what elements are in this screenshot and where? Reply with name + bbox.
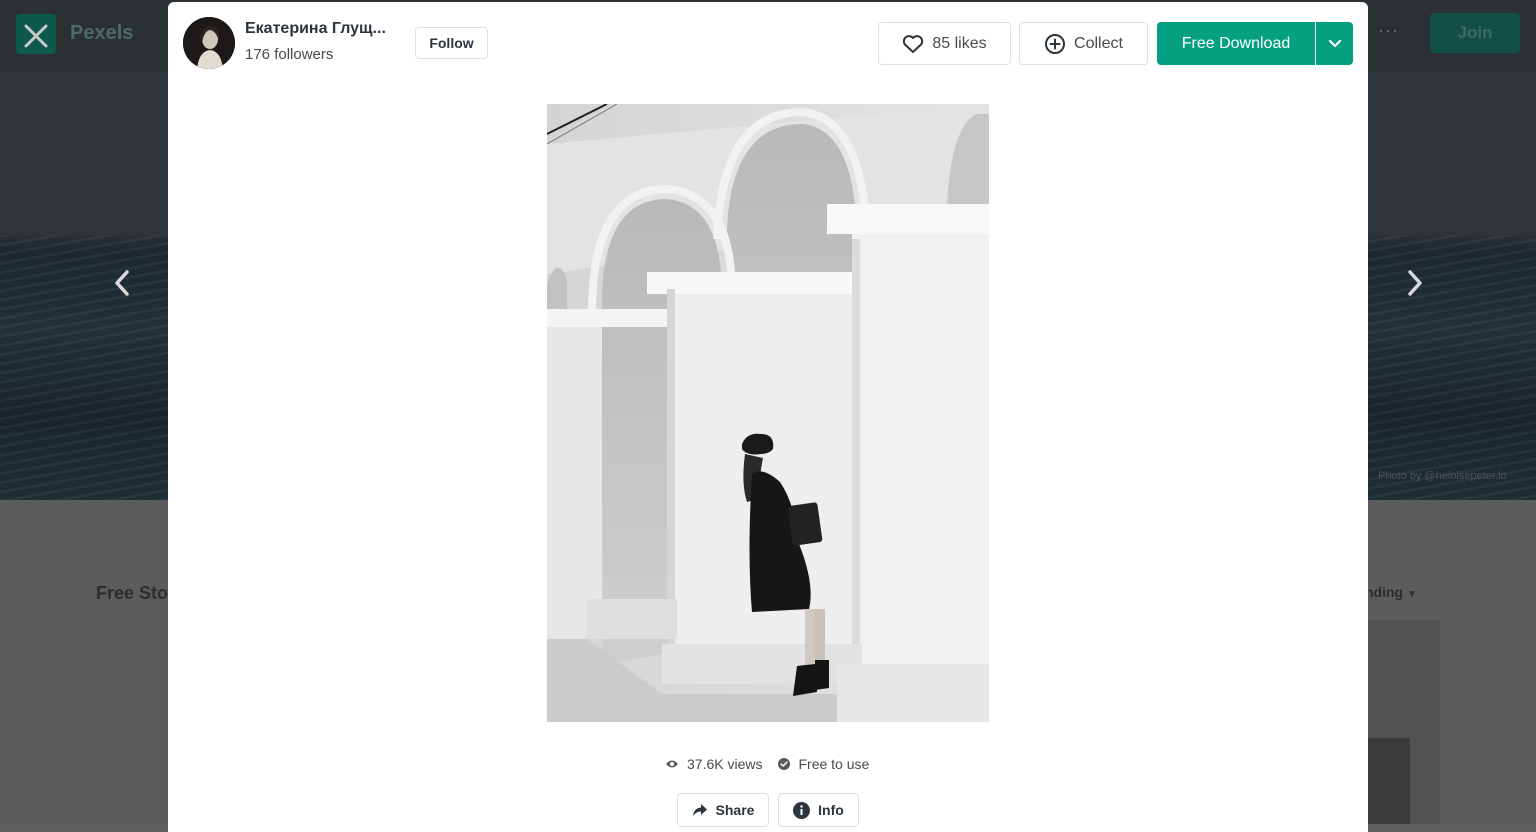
- chevron-right-icon: [1408, 270, 1422, 296]
- share-button[interactable]: Share: [677, 793, 769, 827]
- pexels-logo-text: Pexels: [70, 22, 134, 44]
- info-label: Info: [818, 802, 844, 818]
- photo-modal: Екатерина Глущ... 176 followers Follow 8…: [168, 2, 1368, 832]
- author-name[interactable]: Екатерина Глущ...: [245, 20, 395, 38]
- eye-icon: [666, 760, 678, 768]
- plus-circle-icon: [1045, 33, 1066, 54]
- more-menu-icon: ···: [1378, 20, 1399, 40]
- license-label: Free to use: [798, 756, 870, 772]
- views-count: 37.6K views: [687, 756, 763, 772]
- photo-stats: 37.6K views Free to use: [665, 756, 869, 772]
- background-photo-card-shadow: [1368, 738, 1410, 824]
- section-title: Free Sto: [96, 583, 169, 603]
- avatar-portrait-icon: [183, 17, 235, 69]
- next-photo-button[interactable]: [1399, 268, 1429, 298]
- like-button[interactable]: 85 likes: [878, 22, 1011, 65]
- author-followers-count: 176 followers: [245, 46, 334, 63]
- info-button[interactable]: Info: [778, 793, 859, 827]
- likes-count: 85 likes: [932, 34, 987, 52]
- download-options-button[interactable]: [1316, 22, 1353, 65]
- license-stat[interactable]: Free to use: [778, 756, 869, 772]
- info-icon: [793, 801, 811, 819]
- sort-dropdown: nding ▼: [1365, 584, 1417, 600]
- share-arrow-icon: [692, 804, 707, 816]
- caret-down-icon: ▼: [1407, 589, 1417, 600]
- close-modal-button[interactable]: [18, 18, 54, 54]
- sort-label: nding: [1365, 584, 1404, 600]
- hero-photo-credit: Photo by @heloisepeter.lo: [1378, 470, 1507, 482]
- main-photo[interactable]: [547, 104, 989, 722]
- author-avatar[interactable]: [183, 17, 235, 69]
- free-download-button[interactable]: Free Download: [1157, 22, 1315, 65]
- previous-photo-button[interactable]: [108, 268, 138, 298]
- chevron-left-icon: [115, 270, 129, 296]
- collect-label: Collect: [1074, 34, 1123, 52]
- follow-button[interactable]: Follow: [415, 27, 488, 59]
- photo-arcade-woman-image: [547, 104, 989, 722]
- chevron-down-icon: [1328, 39, 1341, 47]
- check-circle-icon: [778, 758, 791, 770]
- heart-icon: [903, 34, 924, 53]
- close-icon: [24, 24, 48, 48]
- collect-button[interactable]: Collect: [1019, 22, 1148, 65]
- share-label: Share: [715, 802, 755, 818]
- views-stat: 37.6K views: [665, 756, 762, 772]
- join-button: Join: [1430, 13, 1520, 53]
